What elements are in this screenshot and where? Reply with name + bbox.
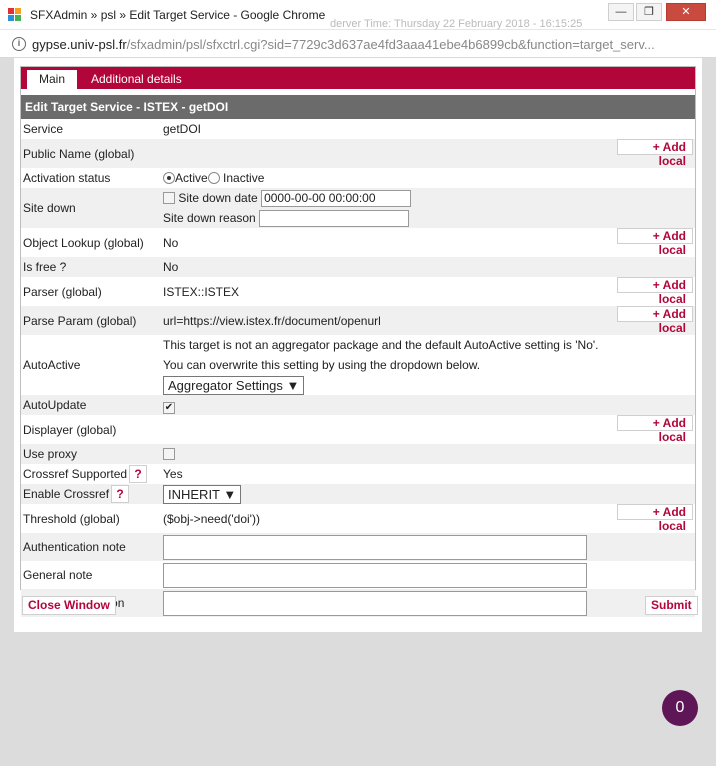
row-object-lookup: Object Lookup (global) No + Add local (21, 228, 695, 257)
minimize-button[interactable]: — (608, 3, 634, 21)
autoactive-label: AutoActive (23, 358, 81, 372)
parse-param-label: Parse Param (global) (21, 306, 161, 335)
object-lookup-value: No (163, 235, 179, 250)
auth-note-label: Authentication note (21, 533, 161, 561)
row-crossref-supported: Crossref Supported? Yes (21, 464, 695, 484)
row-enable-crossref: Enable Crossref? INHERIT ▼ (21, 484, 695, 504)
row-parser: Parser (global) ISTEX::ISTEX + Add local (21, 277, 695, 306)
row-autoupdate: AutoUpdate ✔ (21, 395, 695, 415)
crossref-supported-label: Crossref Supported (23, 467, 128, 481)
enable-crossref-value: INHERIT (168, 486, 220, 502)
autoactive-info-line2: You can overwrite this setting by using … (163, 358, 481, 372)
site-down-date-input[interactable]: 0000-00-00 00:00:00 (261, 190, 412, 208)
target-service-form: Service getDOI Public Name (global) + Ad… (21, 119, 695, 617)
url-host: gypse.univ-psl.fr (32, 37, 127, 52)
general-note-textarea[interactable] (163, 562, 587, 588)
object-lookup-add-local-button[interactable]: + Add local (617, 228, 693, 257)
enable-crossref-help-icon[interactable]: ? (111, 485, 130, 503)
server-time-text: derver Time: Thursday 22 February 2018 -… (330, 18, 583, 30)
close-window-button[interactable]: Close Window (22, 596, 116, 615)
threshold-label: Threshold (global) (23, 511, 120, 526)
row-is-free: Is free ? No (21, 257, 695, 277)
row-displayer: Displayer (global) + Add local (21, 415, 695, 444)
page-content: Main Additional details Edit Target Serv… (14, 58, 702, 632)
edit-panel: Main Additional details Edit Target Serv… (20, 66, 696, 617)
tab-main[interactable]: Main (27, 70, 78, 89)
enable-crossref-label: Enable Crossref (23, 487, 110, 501)
row-auth-note: Authentication note (21, 533, 695, 561)
close-window-icon[interactable]: ✕ (666, 3, 706, 21)
row-autoactive: AutoActive This target is not an aggrega… (21, 335, 695, 396)
autoupdate-label: AutoUpdate (21, 395, 161, 415)
use-proxy-checkbox[interactable] (163, 448, 175, 460)
internal-desc-textarea[interactable] (163, 590, 587, 616)
displayer-label: Displayer (global) (23, 422, 117, 437)
service-value: getDOI (163, 122, 202, 136)
autoactive-info-line1: This target is not an aggregator package… (163, 338, 599, 352)
row-public-name: Public Name (global) + Add local (21, 139, 695, 168)
general-note-label: General note (23, 568, 93, 582)
site-down-checkbox[interactable] (163, 192, 175, 204)
row-service: Service getDOI (21, 119, 695, 139)
site-down-reason-input[interactable] (259, 210, 410, 228)
sfx-app-icon (8, 8, 22, 22)
row-site-down: Site down Site down date 0000-00-00 00:0… (21, 188, 695, 228)
aggregator-settings-select[interactable]: Aggregator Settings ▼ (163, 376, 305, 396)
row-activation: Activation status Active Inactive (21, 168, 695, 188)
public-name-label: Public Name (global) (21, 139, 161, 168)
displayer-add-local-button[interactable]: + Add local (617, 415, 693, 444)
inactive-radio-label: Inactive (223, 171, 265, 185)
threshold-value: ($obj->need('doi')) (163, 511, 260, 526)
is-free-value: No (161, 257, 615, 277)
site-down-reason-label: Site down reason (163, 211, 256, 225)
service-label: Service (23, 122, 64, 136)
object-lookup-label: Object Lookup (global) (23, 235, 144, 250)
aggregator-settings-value: Aggregator Settings (168, 378, 283, 394)
active-radio-label: Active (175, 171, 208, 185)
chevron-down-icon: ▼ (223, 486, 237, 502)
row-threshold: Threshold (global) ($obj->need('doi')) +… (21, 504, 695, 533)
row-general-note: General note (21, 561, 695, 589)
site-down-label: Site down (21, 188, 161, 228)
row-parse-param: Parse Param (global) url=https://view.is… (21, 306, 695, 335)
row-use-proxy: Use proxy (21, 444, 695, 464)
enable-crossref-select[interactable]: INHERIT ▼ (163, 484, 242, 504)
url-text[interactable]: gypse.univ-psl.fr/sfxadmin/psl/sfxctrl.c… (32, 37, 655, 52)
crossref-supported-help-icon[interactable]: ? (129, 465, 148, 483)
tab-bar: Main Additional details (21, 67, 695, 89)
public-name-add-local-button[interactable]: + Add local (617, 139, 693, 168)
url-path: /sfxadmin/psl/sfxctrl.cgi?sid=7729c3d637… (126, 37, 655, 52)
threshold-add-local-button[interactable]: + Add local (617, 504, 693, 533)
site-down-date-label: Site down date (178, 191, 258, 205)
section-title: Edit Target Service - ISTEX - getDOI (21, 95, 695, 119)
address-bar[interactable]: i gypse.univ-psl.fr/sfxadmin/psl/sfxctrl… (0, 30, 716, 58)
row-internal-desc: Internal description (21, 589, 695, 617)
use-proxy-label: Use proxy (21, 444, 161, 464)
autoupdate-checkbox[interactable]: ✔ (163, 401, 175, 414)
maximize-button[interactable]: ❐ (636, 3, 662, 21)
chevron-down-icon: ▼ (286, 378, 300, 394)
submit-button[interactable]: Submit (645, 596, 698, 615)
window-titlebar: SFXAdmin » psl » Edit Target Service - G… (0, 0, 716, 30)
tab-additional-details[interactable]: Additional details (79, 70, 194, 89)
activation-label: Activation status (23, 171, 111, 185)
inactive-radio[interactable] (207, 172, 220, 184)
parse-param-value: url=https://view.istex.fr/document/openu… (161, 306, 615, 335)
parser-value: ISTEX::ISTEX (163, 284, 240, 299)
is-free-label: Is free ? (21, 257, 161, 277)
parse-param-add-local-button[interactable]: + Add local (617, 306, 693, 335)
parser-label: Parser (global) (23, 284, 102, 299)
notification-badge-button[interactable]: 0 (662, 690, 698, 726)
crossref-supported-value: Yes (163, 467, 183, 481)
auth-note-textarea[interactable] (163, 534, 587, 560)
info-icon[interactable]: i (12, 37, 26, 51)
parser-add-local-button[interactable]: + Add local (617, 277, 693, 306)
active-radio[interactable] (163, 172, 175, 184)
window-title: SFXAdmin » psl » Edit Target Service - G… (30, 8, 326, 22)
